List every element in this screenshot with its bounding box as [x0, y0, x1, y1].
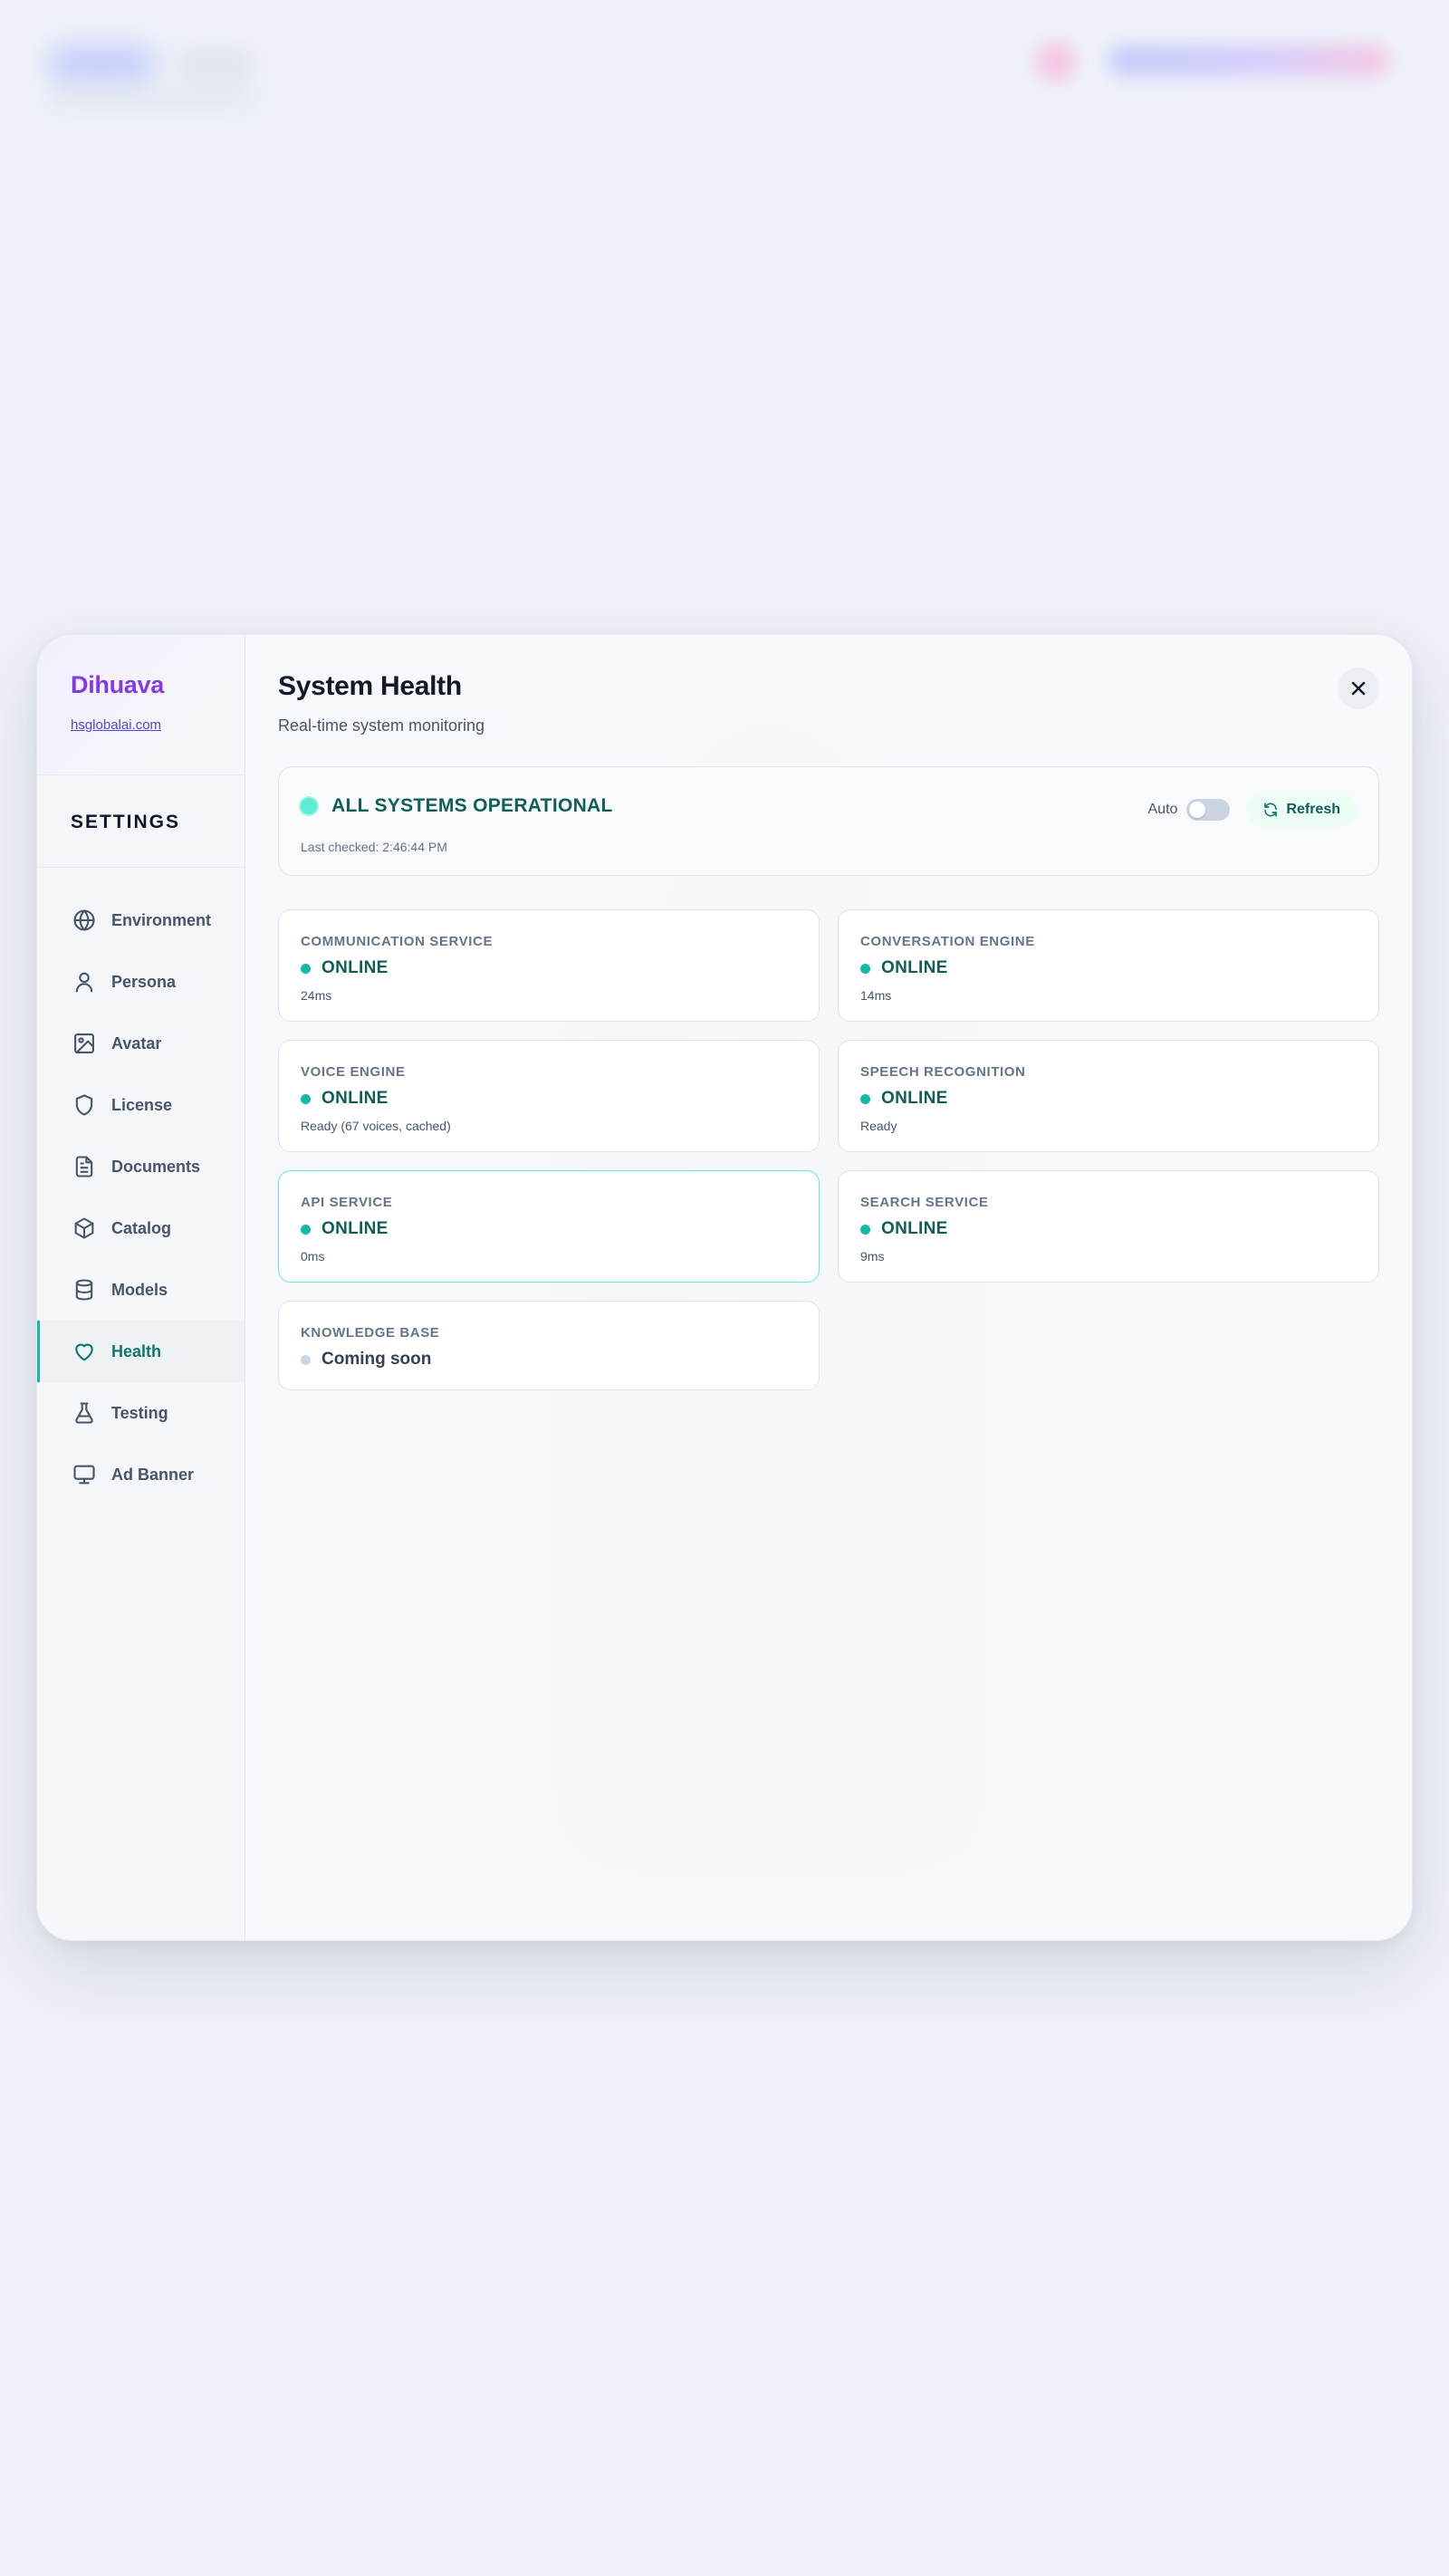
service-name: COMMUNICATION SERVICE — [301, 934, 494, 949]
services-grid: COMMUNICATION SERVICE ONLINE 24ms CONVER… — [278, 909, 1379, 1390]
online-dot-icon — [301, 963, 311, 974]
sidebar-item-catalog[interactable]: Catalog — [37, 1197, 245, 1259]
service-detail: 9ms — [860, 1249, 885, 1264]
service-card-speech: SPEECH RECOGNITION ONLINE Ready — [838, 1040, 1379, 1152]
health-panel: System Health Real-time system monitorin… — [245, 635, 1412, 1940]
service-card-communication: COMMUNICATION SERVICE ONLINE 24ms — [278, 909, 820, 1022]
sidebar-item-label: Models — [111, 1280, 168, 1299]
service-detail: 0ms — [301, 1249, 325, 1264]
refresh-icon — [1264, 803, 1278, 817]
refresh-label: Refresh — [1286, 802, 1340, 817]
flask-icon — [75, 1402, 93, 1424]
image-icon — [74, 1033, 94, 1053]
sidebar-item-documents[interactable]: Documents — [37, 1136, 245, 1197]
close-icon — [1351, 681, 1366, 696]
box-icon — [74, 1217, 94, 1239]
sidebar-item-label: Documents — [111, 1157, 201, 1176]
service-detail: 24ms — [301, 988, 332, 1003]
background-actions — [1036, 38, 1416, 83]
settings-sidebar: Dihuava hsglobalai.com SETTINGS Environm… — [37, 635, 245, 1940]
online-dot-icon — [301, 1224, 311, 1235]
service-card-search: SEARCH SERVICE ONLINE 9ms — [838, 1170, 1379, 1283]
service-name: KNOWLEDGE BASE — [301, 1325, 440, 1341]
auto-refresh-toggle[interactable] — [1186, 799, 1231, 821]
page-title: System Health — [278, 671, 462, 701]
sidebar-item-health[interactable]: Health — [37, 1321, 245, 1382]
settings-modal: Dihuava hsglobalai.com SETTINGS Environm… — [36, 634, 1413, 1941]
sidebar-item-models[interactable]: Models — [37, 1259, 245, 1321]
close-button[interactable] — [1338, 668, 1379, 709]
overall-status-card: ALL SYSTEMS OPERATIONAL Last checked: 2:… — [278, 766, 1379, 876]
service-name: API SERVICE — [301, 1195, 393, 1210]
sidebar-item-avatar[interactable]: Avatar — [37, 1013, 245, 1074]
background-logo — [47, 45, 264, 109]
sidebar-item-label: Catalog — [111, 1218, 172, 1237]
sidebar-item-label: Persona — [111, 972, 177, 991]
overall-status-label: ALL SYSTEMS OPERATIONAL — [331, 795, 613, 816]
online-dot-icon — [860, 1093, 870, 1104]
settings-heading: SETTINGS — [37, 775, 245, 868]
sidebar-item-label: Ad Banner — [111, 1465, 195, 1484]
service-card-voice: VOICE ENGINE ONLINE Ready (67 voices, ca… — [278, 1040, 820, 1152]
sidebar-item-environment[interactable]: Environment — [37, 889, 245, 951]
online-dot-icon — [301, 1093, 311, 1104]
globe-icon — [73, 909, 95, 931]
service-name: VOICE ENGINE — [301, 1064, 406, 1080]
refresh-button[interactable]: Refresh — [1246, 793, 1357, 827]
service-status: ONLINE — [321, 958, 389, 977]
sidebar-item-label: Health — [111, 1341, 162, 1360]
service-detail: Ready (67 voices, cached) — [301, 1119, 451, 1133]
service-status: Coming soon — [321, 1350, 432, 1369]
sidebar-item-testing[interactable]: Testing — [37, 1382, 245, 1444]
service-name: SPEECH RECOGNITION — [860, 1064, 1026, 1080]
sidebar-item-label: Testing — [111, 1403, 168, 1422]
status-indicator-icon — [301, 798, 317, 814]
service-detail: 14ms — [860, 988, 892, 1003]
service-status: ONLINE — [881, 1219, 948, 1238]
online-dot-icon — [860, 1224, 870, 1235]
auto-refresh-label: Auto — [1147, 802, 1178, 817]
monitor-icon — [73, 1465, 95, 1485]
service-name: CONVERSATION ENGINE — [860, 934, 1035, 949]
status-controls: Auto Refresh — [1147, 793, 1357, 827]
last-checked-timestamp: Last checked: 2:46:44 PM — [301, 840, 447, 854]
service-status: ONLINE — [321, 1089, 389, 1108]
pending-dot-icon — [301, 1354, 311, 1365]
heart-icon — [75, 1343, 93, 1361]
sidebar-item-license[interactable]: License — [37, 1074, 245, 1136]
document-icon — [75, 1156, 93, 1177]
service-card-conversation: CONVERSATION ENGINE ONLINE 14ms — [838, 909, 1379, 1022]
brand-name: Dihuava — [71, 671, 212, 699]
settings-nav: Environment Persona Avatar License Docum… — [37, 868, 245, 1505]
database-icon — [75, 1279, 93, 1301]
brand-block: Dihuava hsglobalai.com — [37, 635, 245, 775]
brand-link[interactable]: hsglobalai.com — [71, 717, 212, 733]
sidebar-item-label: License — [111, 1095, 173, 1114]
online-dot-icon — [860, 963, 870, 974]
service-status: ONLINE — [321, 1219, 389, 1238]
service-card-knowledge: KNOWLEDGE BASE Coming soon — [278, 1301, 820, 1390]
service-name: SEARCH SERVICE — [860, 1195, 989, 1210]
sidebar-item-label: Environment — [111, 910, 212, 929]
sidebar-item-label: Avatar — [111, 1033, 162, 1053]
service-status: ONLINE — [881, 1089, 948, 1108]
user-icon — [75, 972, 93, 993]
sidebar-item-ad-banner[interactable]: Ad Banner — [37, 1444, 245, 1505]
service-card-api: API SERVICE ONLINE 0ms — [278, 1170, 820, 1283]
service-status: ONLINE — [881, 958, 948, 977]
page-subtitle: Real-time system monitoring — [278, 716, 485, 735]
shield-icon — [75, 1094, 93, 1116]
sidebar-item-persona[interactable]: Persona — [37, 951, 245, 1013]
service-detail: Ready — [860, 1119, 897, 1133]
